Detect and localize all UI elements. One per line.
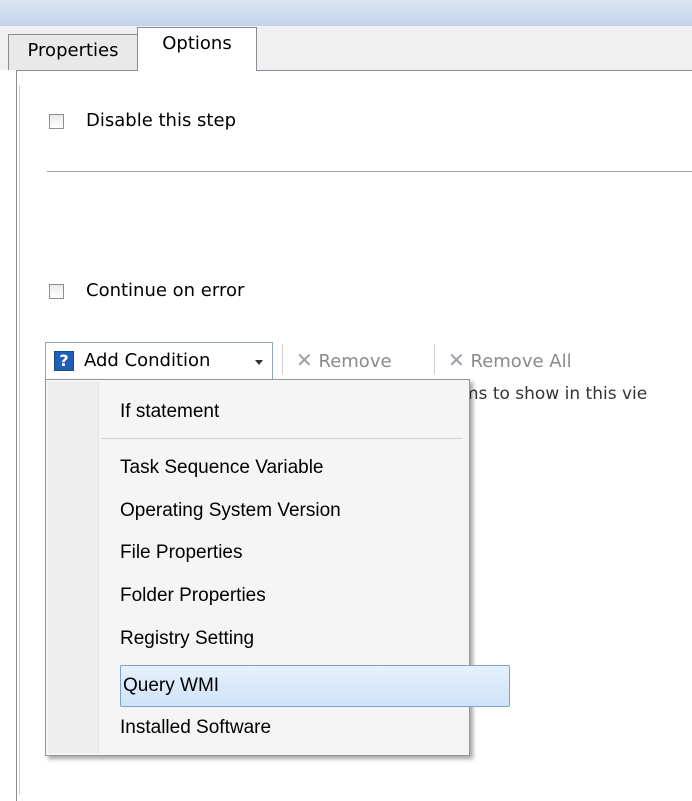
continue-on-error-label: Continue on error <box>86 280 245 301</box>
chevron-down-icon <box>255 360 263 365</box>
continue-on-error-checkbox[interactable] <box>49 284 64 299</box>
menu-separator <box>101 438 463 439</box>
menu-item-query-wmi[interactable]: Query WMI <box>120 665 510 707</box>
menu-item-installed-software[interactable]: Installed Software <box>48 708 467 748</box>
toolbar-separator <box>434 344 435 374</box>
help-icon: ? <box>54 351 74 371</box>
tab-options[interactable]: Options <box>137 27 257 71</box>
menu-item-registry-setting[interactable]: Registry Setting <box>48 619 467 659</box>
menu-item-label: Installed Software <box>120 717 272 738</box>
remove-label: Remove <box>318 351 392 372</box>
disable-step-checkbox[interactable] <box>49 114 64 129</box>
menu-item-folder-properties[interactable]: Folder Properties <box>48 576 467 616</box>
menu-item-label: File Properties <box>120 542 243 563</box>
menu-item-label: Folder Properties <box>120 585 266 606</box>
tab-properties-label: Properties <box>27 40 119 61</box>
menu-item-os-version[interactable]: Operating System Version <box>48 491 467 531</box>
add-condition-menu: If statement Task Sequence Variable Oper… <box>45 379 510 756</box>
menu-item-label: Registry Setting <box>120 628 255 649</box>
conditions-list-empty-text: ms to show in this vie <box>462 384 648 404</box>
menu-item-if-statement[interactable]: If statement <box>48 392 467 432</box>
menu-item-label: Operating System Version <box>120 500 341 521</box>
menu-item-task-sequence-variable[interactable]: Task Sequence Variable <box>48 448 467 488</box>
menu-item-label: If statement <box>120 401 220 422</box>
menu-item-file-properties[interactable]: File Properties <box>48 533 467 573</box>
toolbar-separator <box>282 344 283 374</box>
tab-properties[interactable]: Properties <box>8 34 138 70</box>
tab-options-label: Options <box>162 33 232 54</box>
menu-item-label: Task Sequence Variable <box>120 457 324 478</box>
remove-button[interactable]: ✕ Remove <box>296 349 392 373</box>
remove-all-button[interactable]: ✕ Remove All <box>448 349 572 373</box>
close-icon: ✕ <box>296 348 313 372</box>
remove-all-label: Remove All <box>470 351 572 372</box>
close-icon: ✕ <box>448 348 465 372</box>
menu-item-label: Query WMI <box>123 675 220 696</box>
add-condition-button[interactable]: ? Add Condition <box>45 342 273 380</box>
disable-step-label: Disable this step <box>86 110 236 131</box>
window-title-bar <box>0 0 692 26</box>
options-separator <box>47 171 692 172</box>
add-condition-label: Add Condition <box>84 350 211 371</box>
